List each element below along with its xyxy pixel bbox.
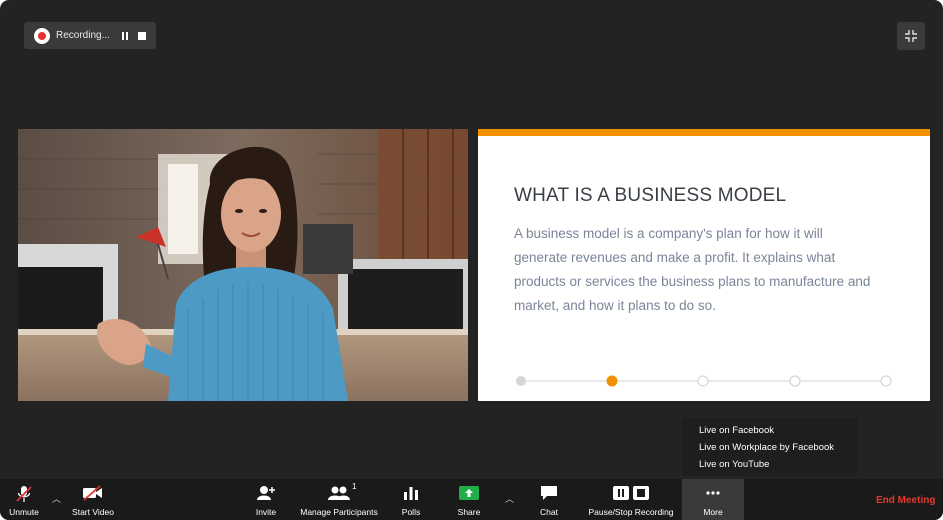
meeting-window: Recording... WHAT IS A BUSINESS MODEL A … <box>0 0 943 520</box>
start-video-label: Start Video <box>72 507 114 517</box>
more-button[interactable]: More <box>682 479 744 520</box>
chat-label: Chat <box>540 507 558 517</box>
share-screen-icon <box>459 486 479 500</box>
progress-step-1 <box>516 376 526 386</box>
menu-item-live-facebook[interactable]: Live on Facebook <box>699 424 858 441</box>
progress-step-2 <box>606 375 618 387</box>
video-off-icon <box>83 485 102 501</box>
invite-button[interactable]: Invite <box>248 479 284 520</box>
shared-slide: WHAT IS A BUSINESS MODEL A business mode… <box>478 129 930 401</box>
unmute-button[interactable]: Unmute <box>4 479 44 520</box>
meeting-toolbar: Unmute ︿ Start Video Invite 1 Manage Par… <box>0 479 943 520</box>
recording-indicator: Recording... <box>24 22 156 49</box>
more-label: More <box>703 507 723 517</box>
chat-button[interactable]: Chat <box>534 479 564 520</box>
exit-fullscreen-icon <box>905 30 917 42</box>
share-options-chevron-icon[interactable]: ︿ <box>505 492 514 505</box>
progress-step-4 <box>789 375 801 387</box>
chat-icon <box>541 486 557 500</box>
end-meeting-button[interactable]: End Meeting <box>876 495 935 506</box>
pause-icon[interactable] <box>121 31 128 40</box>
polls-button[interactable]: Polls <box>396 479 426 520</box>
live-stream-menu: Live on Facebook Live on Workplace by Fa… <box>682 418 858 476</box>
pause-stop-icon <box>613 486 649 500</box>
recording-dot-icon <box>34 27 50 44</box>
video-frame-image <box>18 129 468 401</box>
pause-stop-recording-label: Pause/Stop Recording <box>588 507 674 517</box>
pause-stop-recording-button[interactable]: Pause/Stop Recording <box>584 479 678 520</box>
more-dots-icon <box>706 491 720 495</box>
polls-icon <box>404 487 418 500</box>
participants-icon <box>328 486 350 500</box>
audio-options-chevron-icon[interactable]: ︿ <box>52 492 61 505</box>
start-video-button[interactable]: Start Video <box>66 479 120 520</box>
microphone-muted-icon <box>16 486 32 502</box>
participant-video <box>18 129 468 401</box>
manage-participants-label: Manage Participants <box>300 507 378 517</box>
invite-label: Invite <box>255 507 277 517</box>
share-button[interactable]: Share <box>452 479 486 520</box>
share-label: Share <box>457 507 481 517</box>
stop-icon[interactable] <box>137 31 146 40</box>
progress-step-3 <box>697 375 709 387</box>
recording-label: Recording... <box>56 30 110 41</box>
exit-fullscreen-button[interactable] <box>897 22 925 50</box>
slide-body: A business model is a company's plan for… <box>514 226 871 313</box>
progress-step-5 <box>880 375 892 387</box>
polls-label: Polls <box>401 507 421 517</box>
menu-item-live-workplace[interactable]: Live on Workplace by Facebook <box>699 441 858 458</box>
participants-count: 1 <box>352 482 357 491</box>
manage-participants-button[interactable]: 1 Manage Participants <box>295 479 383 520</box>
unmute-label: Unmute <box>9 507 39 517</box>
add-user-icon <box>257 486 275 500</box>
slide-progress <box>516 375 892 387</box>
menu-item-live-youtube[interactable]: Live on YouTube <box>699 458 858 475</box>
slide-title: WHAT IS A BUSINESS MODEL <box>514 185 787 206</box>
